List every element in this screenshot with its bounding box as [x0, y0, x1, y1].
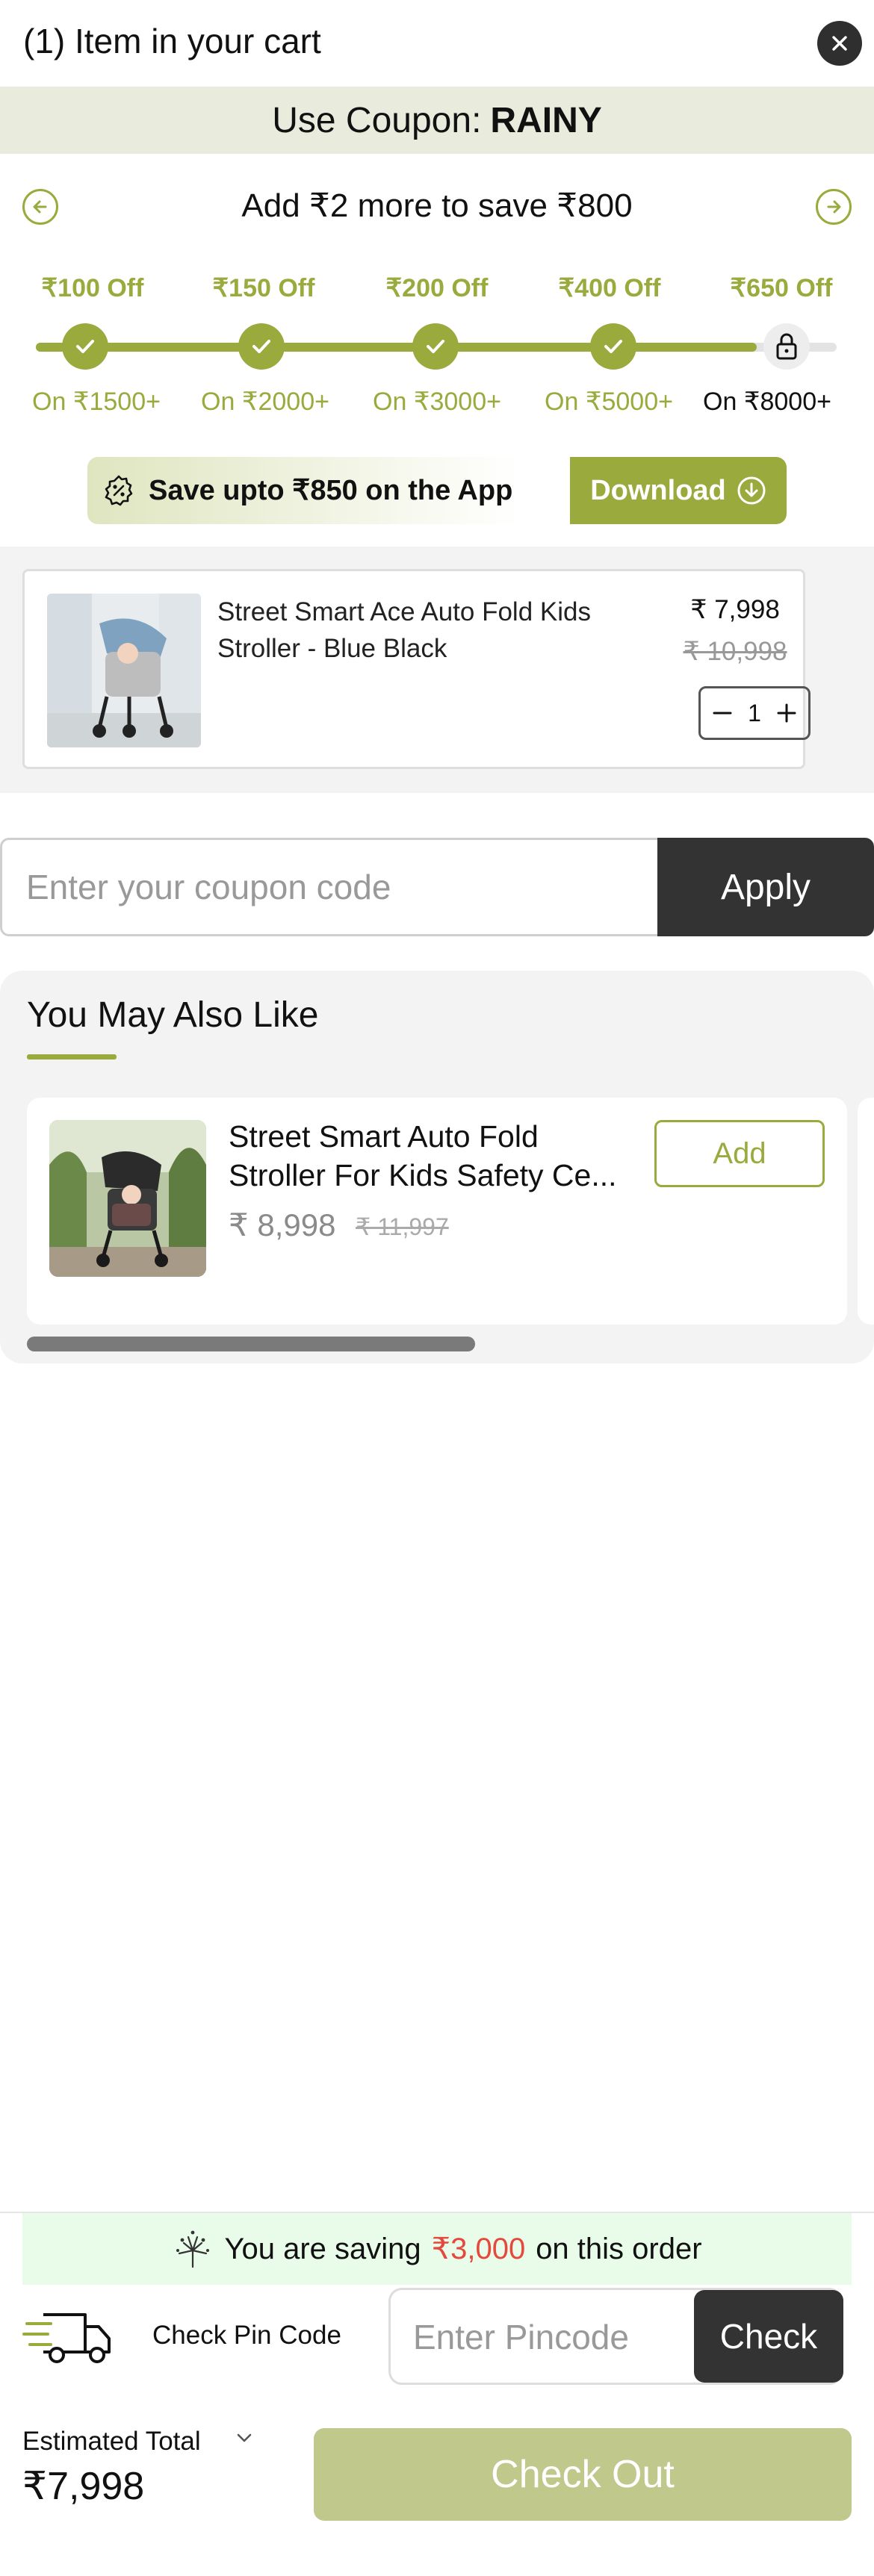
- tier-check: [412, 323, 459, 370]
- savings-bar: You are saving ₹3,000 on this order: [22, 2213, 852, 2285]
- tier-check: [590, 323, 636, 370]
- tier-off-label: ₹400 Off: [558, 274, 661, 302]
- check-pincode-button[interactable]: Check: [694, 2290, 843, 2383]
- tier-check: [238, 323, 285, 370]
- arrow-right-icon: [827, 200, 841, 214]
- tier-threshold-label: On ₹5000+: [545, 388, 673, 416]
- estimated-total-label[interactable]: Estimated Total: [22, 2427, 201, 2457]
- tier-check: [62, 323, 108, 370]
- coupon-code: RAINY: [490, 100, 602, 140]
- tier-off-label: ₹150 Off: [212, 274, 315, 302]
- recommendations-title: You May Also Like: [27, 995, 319, 1035]
- download-icon: [737, 476, 766, 505]
- recommended-product-price: ₹ 8,998: [229, 1207, 336, 1242]
- cart-items-section: Street Smart Ace Auto Fold Kids Stroller…: [0, 547, 874, 793]
- chevron-down-icon[interactable]: [233, 2427, 255, 2449]
- tier-lock: [763, 323, 810, 370]
- quantity-stepper: 1: [698, 686, 811, 740]
- coupon-banner: Use Coupon: RAINY: [0, 87, 874, 154]
- pincode-box: Check: [388, 2288, 843, 2385]
- cart-item-name[interactable]: Street Smart Ace Auto Fold Kids Stroller…: [217, 594, 636, 667]
- check-icon: [76, 340, 94, 353]
- pincode-input[interactable]: [413, 2311, 660, 2363]
- plus-icon[interactable]: [775, 702, 798, 724]
- cart-title: (1) Item in your cart: [23, 22, 321, 60]
- tier-off-label: ₹100 Off: [41, 274, 144, 302]
- cart-item-card: Street Smart Ace Auto Fold Kids Stroller…: [22, 569, 811, 769]
- discount-badge-icon: [105, 475, 133, 506]
- horizontal-scrollbar[interactable]: [27, 1337, 475, 1351]
- apply-coupon-button[interactable]: Apply: [657, 838, 874, 936]
- recommended-product-name[interactable]: Street Smart Auto Fold Stroller For Kids…: [229, 1117, 632, 1195]
- savings-amount: ₹3,000: [431, 2233, 526, 2265]
- tier-threshold-label: On ₹2000+: [201, 388, 329, 416]
- app-promo-text: Save upto ₹850 on the App: [149, 475, 513, 506]
- add-to-cart-button[interactable]: Add: [654, 1120, 825, 1187]
- quantity-value: 1: [748, 699, 761, 727]
- recommended-product-card-next[interactable]: [858, 1098, 874, 1325]
- check-icon: [427, 340, 444, 353]
- cart-item-mrp: ₹ 10,998: [683, 637, 787, 666]
- next-arrow-button[interactable]: [816, 189, 852, 225]
- recommended-product-card[interactable]: Street Smart Auto Fold Stroller For Kids…: [27, 1098, 847, 1325]
- tier-threshold-label: On ₹3000+: [373, 388, 501, 416]
- delivery-truck-icon: [22, 2313, 111, 2363]
- recommendations-section: You May Also Like Street Smart Auto Fold…: [0, 971, 874, 1363]
- check-icon: [252, 340, 270, 353]
- download-label: Download: [590, 474, 726, 506]
- minus-icon[interactable]: [711, 702, 734, 724]
- checkout-button[interactable]: Check Out: [314, 2428, 852, 2521]
- lock-icon: [776, 333, 797, 360]
- download-app-button[interactable]: Download: [570, 457, 787, 524]
- close-button[interactable]: [817, 21, 862, 66]
- tier-off-label: ₹650 Off: [730, 274, 833, 302]
- tier-off-label: ₹200 Off: [385, 274, 489, 302]
- celebration-icon: [176, 2230, 210, 2268]
- tier-threshold-label: On ₹8000+: [703, 388, 831, 416]
- progress-message: Add ₹2 more to save ₹800: [241, 187, 633, 224]
- close-icon: [832, 36, 847, 51]
- coupon-code-input[interactable]: [0, 838, 659, 936]
- savings-prefix: You are saving: [224, 2232, 421, 2265]
- recommended-product-mrp: ₹ 11,997: [356, 1213, 449, 1240]
- title-underline: [27, 1054, 117, 1060]
- cart-item-image[interactable]: [47, 594, 201, 747]
- tier-threshold-label: On ₹1500+: [32, 388, 161, 416]
- progress-fill: [36, 343, 757, 352]
- app-promo-banner[interactable]: Save upto ₹850 on the App Download: [87, 457, 787, 524]
- cart-header: (1) Item in your cart: [0, 0, 874, 86]
- recommended-product-image[interactable]: [49, 1120, 206, 1277]
- check-pin-label: Check Pin Code: [152, 2321, 341, 2350]
- estimated-total-value: ₹7,998: [22, 2465, 145, 2508]
- check-icon: [604, 340, 622, 353]
- coupon-banner-prefix: Use Coupon:: [272, 100, 482, 140]
- cart-item-price: ₹ 7,998: [690, 595, 780, 624]
- savings-suffix: on this order: [536, 2232, 702, 2265]
